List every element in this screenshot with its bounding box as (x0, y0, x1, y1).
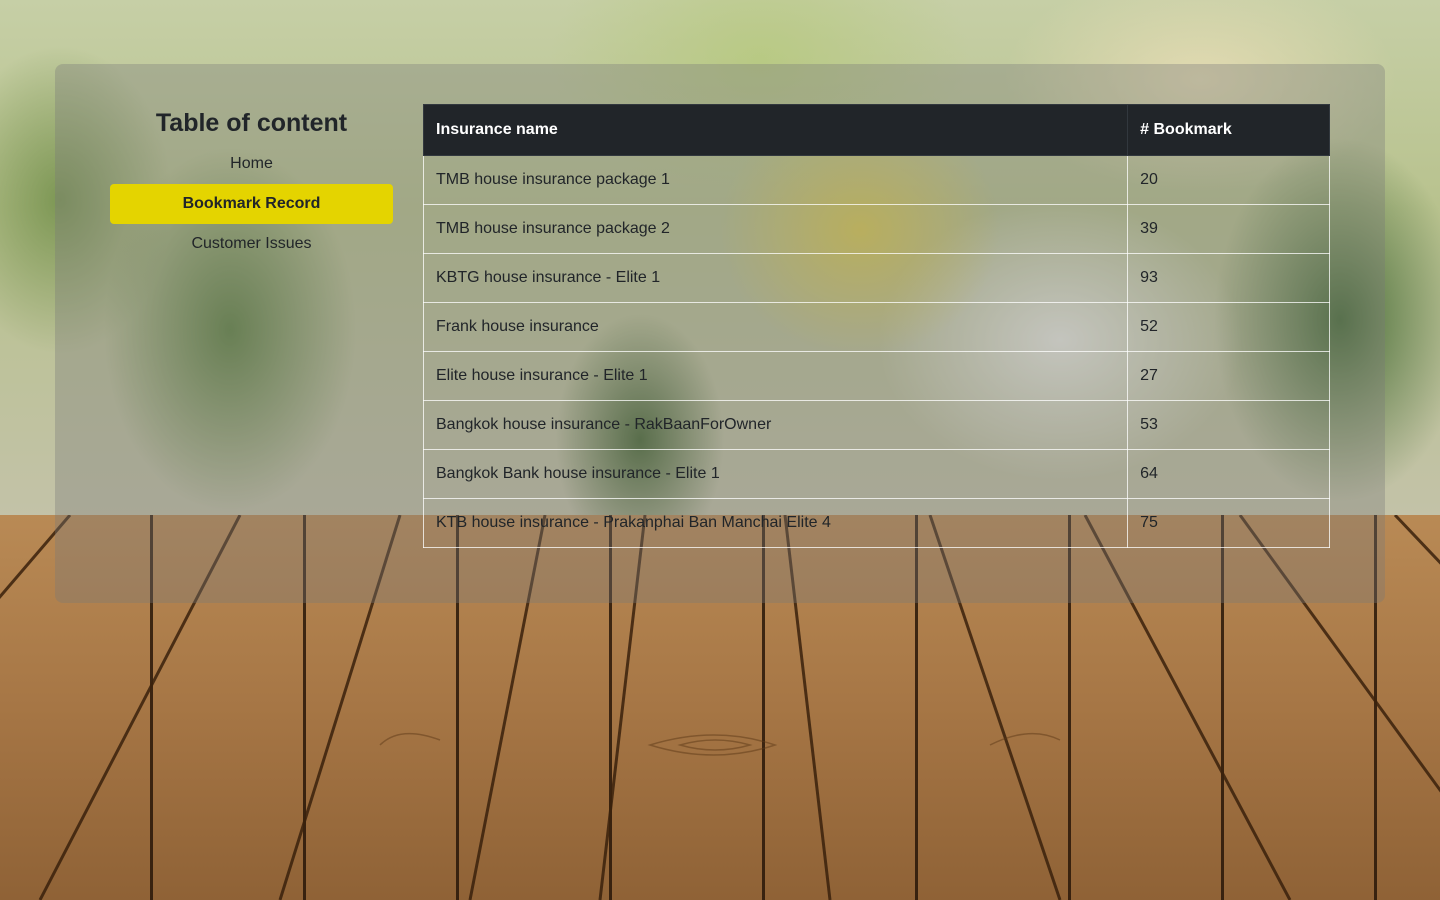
cell-bookmark-count: 39 (1127, 204, 1330, 254)
cell-bookmark-count: 64 (1127, 449, 1330, 499)
cell-bookmark-count: 93 (1127, 253, 1330, 303)
nav-item-customer-issues[interactable]: Customer Issues (110, 224, 393, 264)
cell-insurance-name: TMB house insurance package 2 (422, 204, 1129, 254)
table-row: Bangkok Bank house insurance - Elite 1 6… (422, 449, 1330, 499)
table-header-row: Insurance name # Bookmark (422, 104, 1330, 156)
cell-bookmark-count: 27 (1127, 351, 1330, 401)
table-row: TMB house insurance package 2 39 (422, 204, 1330, 254)
sidebar-title: Table of content (155, 109, 348, 137)
cell-insurance-name: Bangkok Bank house insurance - Elite 1 (422, 449, 1129, 499)
table-row: TMB house insurance package 1 20 (422, 155, 1330, 205)
table-body: TMB house insurance package 1 20 TMB hou… (422, 155, 1330, 548)
bookmark-table: Insurance name # Bookmark TMB house insu… (422, 104, 1330, 548)
nav-item-home[interactable]: Home (110, 144, 393, 184)
cell-insurance-name: Bangkok house insurance - RakBaanForOwne… (422, 400, 1129, 450)
column-header-bookmark-count: # Bookmark (1127, 104, 1330, 156)
cell-bookmark-count: 75 (1127, 498, 1330, 548)
table-row: Frank house insurance 52 (422, 302, 1330, 352)
table-of-contents-sidebar: Table of content Home Bookmark Record Cu… (110, 104, 393, 264)
cell-insurance-name: Frank house insurance (422, 302, 1129, 352)
bookmark-table-container: Insurance name # Bookmark TMB house insu… (422, 104, 1330, 548)
cell-insurance-name: KBTG house insurance - Elite 1 (422, 253, 1129, 303)
table-row: KBTG house insurance - Elite 1 93 (422, 253, 1330, 303)
table-row: Elite house insurance - Elite 1 27 (422, 351, 1330, 401)
column-header-insurance-name: Insurance name (422, 104, 1129, 156)
cell-insurance-name: TMB house insurance package 1 (422, 155, 1129, 205)
cell-insurance-name: Elite house insurance - Elite 1 (422, 351, 1129, 401)
cell-bookmark-count: 52 (1127, 302, 1330, 352)
table-header: Insurance name # Bookmark (422, 104, 1330, 156)
cell-insurance-name: KTB house insurance - Prakanphai Ban Man… (422, 498, 1129, 548)
cell-bookmark-count: 20 (1127, 155, 1330, 205)
nav-item-bookmark-record[interactable]: Bookmark Record (110, 184, 393, 224)
table-row: Bangkok house insurance - RakBaanForOwne… (422, 400, 1330, 450)
table-row: KTB house insurance - Prakanphai Ban Man… (422, 498, 1330, 548)
content-card: Table of content Home Bookmark Record Cu… (55, 64, 1385, 603)
cell-bookmark-count: 53 (1127, 400, 1330, 450)
